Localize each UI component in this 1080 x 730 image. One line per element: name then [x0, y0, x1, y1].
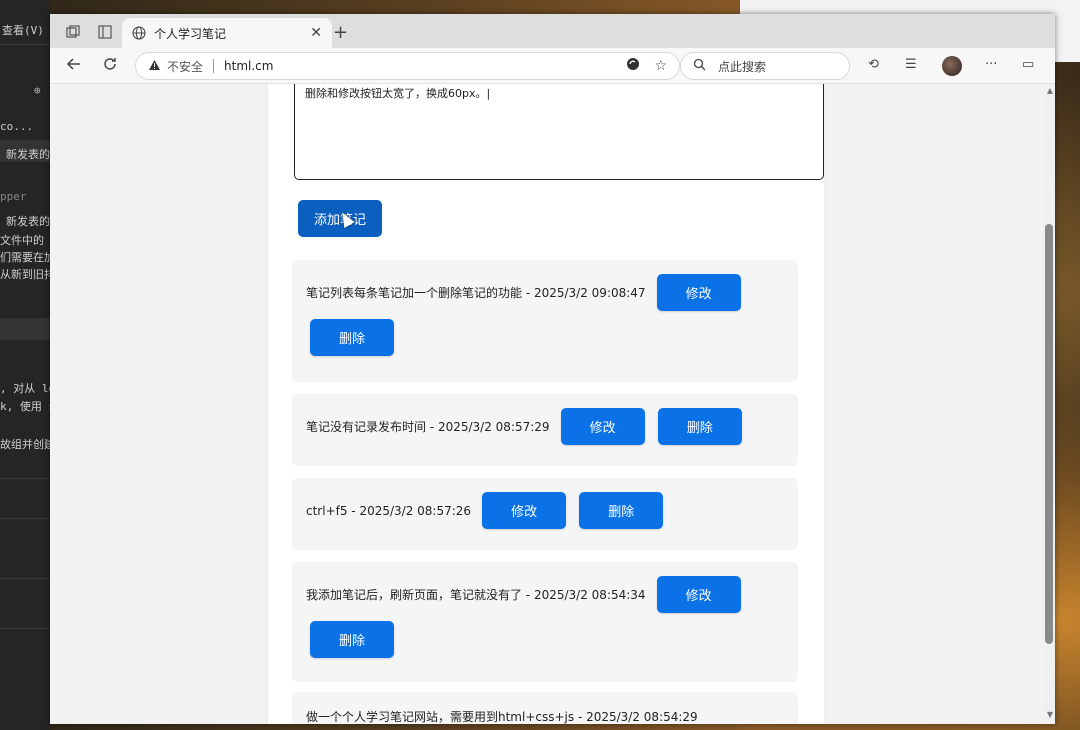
editor-line: 新发表的 [6, 148, 50, 161]
editor-line: 查看(V) [2, 24, 44, 37]
note-text: 做一个个人学习笔记网站，需要用到html+css+js - 2025/3/2 0… [306, 710, 698, 724]
note-item: ctrl+f5 - 2025/3/2 08:57:26 修改 删除 [292, 478, 798, 550]
page-viewport: 删除和修改按钮太宽了，换成60px。| 添加笔记 笔记列表每条笔记加一个删除笔记… [50, 84, 1055, 724]
browser-window: 个人学习笔记 ✕ + 不安全 html.cm ☆ 点此搜索 ⟲ ☰ ··· ▭ … [50, 14, 1055, 724]
editor-line: ⊕ [34, 84, 41, 97]
star-icon[interactable]: ☆ [654, 58, 667, 74]
sidebar-icon[interactable]: ▭ [1022, 57, 1034, 72]
edit-button[interactable]: 修改 [482, 492, 567, 529]
editor-line: 文件中的 1 [0, 234, 50, 247]
scrollbar-thumb[interactable] [1045, 224, 1053, 644]
address-bar[interactable]: 不安全 html.cm ☆ [135, 52, 680, 80]
note-item: 笔记没有记录发布时间 - 2025/3/2 08:57:29 修改 删除 [292, 394, 798, 466]
globe-icon [132, 26, 146, 40]
scroll-down-icon[interactable]: ▼ [1047, 710, 1053, 719]
refresh-icon[interactable] [102, 56, 118, 76]
notes-container: 删除和修改按钮太宽了，换成60px。| 添加笔记 笔记列表每条笔记加一个删除笔记… [268, 84, 824, 724]
background-editor: 查看(V) ⊕ co... 新发表的 pper 新发表的 文件中的 1 们需要在… [0, 0, 50, 730]
delete-button[interactable]: 删除 [310, 621, 394, 658]
delete-button[interactable]: 删除 [657, 408, 742, 445]
note-item: 笔记列表每条笔记加一个删除笔记的功能 - 2025/3/2 09:08:47 修… [292, 260, 798, 382]
editor-line: 从新到旧排 [0, 268, 50, 281]
url-text[interactable]: html.cm [224, 59, 612, 73]
close-icon[interactable]: ✕ [310, 25, 322, 41]
note-text: 我添加笔记后，刷新页面，笔记就没有了 - 2025/3/2 08:54:34 [306, 588, 646, 602]
arrow-left-icon[interactable] [66, 56, 82, 76]
insecure-label: 不安全 [167, 59, 204, 74]
editor-line: co... [0, 120, 34, 133]
translate-icon[interactable] [626, 57, 640, 75]
scrollbar[interactable]: ▲ ▼ [1043, 84, 1055, 724]
warning-icon [148, 59, 161, 74]
note-text: ctrl+f5 - 2025/3/2 08:57:26 [306, 503, 472, 518]
tab-active[interactable]: 个人学习笔记 ✕ [122, 18, 332, 48]
edit-button[interactable]: 修改 [656, 274, 741, 311]
search-box[interactable]: 点此搜索 [680, 52, 850, 80]
note-text: 笔记没有记录发布时间 - 2025/3/2 08:57:29 [306, 420, 550, 434]
tab-title: 个人学习笔记 [154, 26, 227, 41]
scroll-up-icon[interactable]: ▲ [1047, 86, 1053, 95]
note-text: 笔记列表每条笔记加一个删除笔记的功能 - 2025/3/2 09:08:47 [306, 286, 646, 300]
workspaces-icon[interactable] [64, 23, 82, 41]
note-input[interactable]: 删除和修改按钮太宽了，换成60px。| [294, 84, 824, 180]
toolbar: 不安全 html.cm ☆ 点此搜索 ⟲ ☰ ··· ▭ [50, 48, 1055, 84]
editor-line: pper [0, 190, 27, 203]
tab-strip: 个人学习笔记 ✕ + [50, 14, 1055, 48]
editor-line: , 对从 lo [0, 382, 50, 395]
edit-button[interactable]: 修改 [656, 576, 741, 613]
editor-line: k, 使用 se [0, 400, 50, 413]
edit-button[interactable]: 修改 [560, 408, 645, 445]
more-icon[interactable]: ··· [985, 57, 997, 72]
avatar[interactable] [942, 56, 962, 76]
tab-actions-icon[interactable] [96, 23, 114, 41]
delete-button[interactable]: 删除 [310, 319, 394, 356]
search-icon [693, 58, 706, 74]
search-placeholder: 点此搜索 [718, 59, 767, 74]
plus-icon[interactable]: + [333, 22, 348, 43]
editor-line: 故组并创建 [0, 438, 50, 451]
note-item: 我添加笔记后，刷新页面，笔记就没有了 - 2025/3/2 08:54:34 修… [292, 562, 798, 682]
note-item: 做一个个人学习笔记网站，需要用到html+css+js - 2025/3/2 0… [292, 692, 798, 724]
delete-button[interactable]: 删除 [579, 492, 664, 529]
editor-line: 新发表的 [6, 215, 50, 228]
extensions-icon[interactable]: ⟲ [868, 57, 879, 72]
favorites-icon[interactable]: ☰ [905, 57, 917, 72]
editor-line: 们需要在加 [0, 251, 50, 264]
